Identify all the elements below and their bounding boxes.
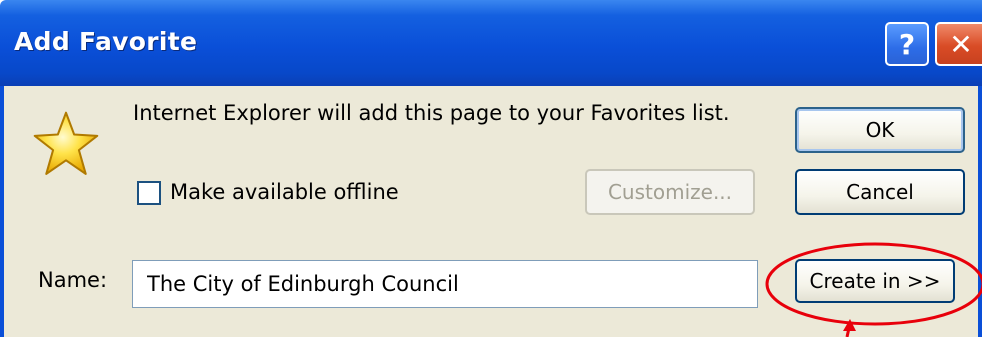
- offline-checkbox-label[interactable]: Make available offline: [170, 180, 399, 204]
- customize-button: Customize...: [585, 169, 755, 215]
- window-frame-left: [0, 86, 4, 337]
- window-title: Add Favorite: [14, 27, 198, 56]
- info-message: Internet Explorer will add this page to …: [133, 101, 730, 125]
- star-icon: [33, 111, 99, 175]
- create-in-button[interactable]: Create in >>: [795, 259, 955, 303]
- ok-button[interactable]: OK: [795, 107, 965, 153]
- help-button[interactable]: ?: [885, 22, 929, 66]
- title-bar[interactable]: Add Favorite ? ✕: [0, 0, 982, 86]
- close-button[interactable]: ✕: [935, 22, 982, 66]
- create-in-button-label: Create in >>: [809, 269, 941, 293]
- close-icon: ✕: [949, 27, 973, 61]
- customize-button-label: Customize...: [607, 180, 733, 204]
- cancel-button[interactable]: Cancel: [795, 169, 965, 215]
- offline-checkbox[interactable]: [137, 181, 161, 205]
- ok-button-label: OK: [865, 118, 895, 142]
- cancel-button-label: Cancel: [846, 180, 914, 204]
- window-frame-right: [978, 86, 982, 337]
- help-icon: ?: [898, 27, 916, 61]
- name-input[interactable]: [132, 260, 758, 308]
- name-label: Name:: [38, 268, 108, 292]
- add-favorite-dialog: Add Favorite ? ✕ Internet Explorer will …: [0, 0, 982, 337]
